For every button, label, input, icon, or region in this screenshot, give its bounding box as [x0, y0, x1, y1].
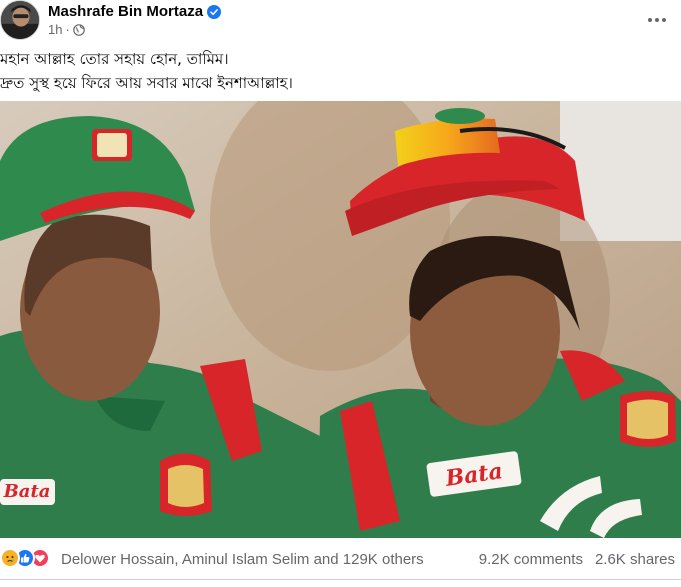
author-avatar[interactable] [0, 0, 40, 40]
post-text-line-1: মহান আল্লাহ তোর সহায় হোন, তামিম। [0, 50, 229, 68]
author-line: Mashrafe Bin Mortaza [48, 3, 222, 20]
post-meta: 1h · [48, 22, 85, 37]
post-text: মহান আল্লাহ তোর সহায় হোন, তামিম। দ্রুত … [0, 47, 681, 95]
author-name[interactable]: Mashrafe Bin Mortaza [48, 3, 203, 20]
engagement-counts: 9.2K comments 2.6K shares [479, 551, 675, 568]
avatar-image [1, 1, 39, 39]
comments-count[interactable]: 9.2K comments [479, 551, 583, 568]
verified-badge-icon [207, 4, 222, 19]
post-footer: Delower Hossain, Aminul Islam Selim and … [0, 538, 681, 580]
facebook-post: Mashrafe Bin Mortaza 1h · মহান আল্লাহ তো… [0, 0, 681, 587]
reactor-names[interactable]: Delower Hossain, Aminul Islam Selim and … [61, 551, 424, 568]
more-options-icon [648, 18, 666, 22]
sad-reaction-icon [0, 548, 20, 568]
left-jersey-sponsor-text: Bata [3, 481, 51, 502]
globe-icon[interactable] [73, 23, 85, 36]
post-text-line-2: দ্রুত সুস্থ হয়ে ফিরে আয় সবার মাঝে ইনশা… [0, 74, 293, 92]
meta-separator: · [65, 22, 70, 37]
shares-count[interactable]: 2.6K shares [595, 551, 675, 568]
action-bar-edge [0, 580, 681, 587]
reaction-icons[interactable] [0, 548, 50, 568]
more-options-button[interactable] [643, 6, 671, 34]
post-photo[interactable]: Bata Bata [0, 101, 681, 538]
post-timestamp[interactable]: 1h [48, 22, 62, 37]
cricket-players-photo: Bata Bata [0, 101, 681, 538]
post-header: Mashrafe Bin Mortaza 1h · [0, 0, 681, 40]
